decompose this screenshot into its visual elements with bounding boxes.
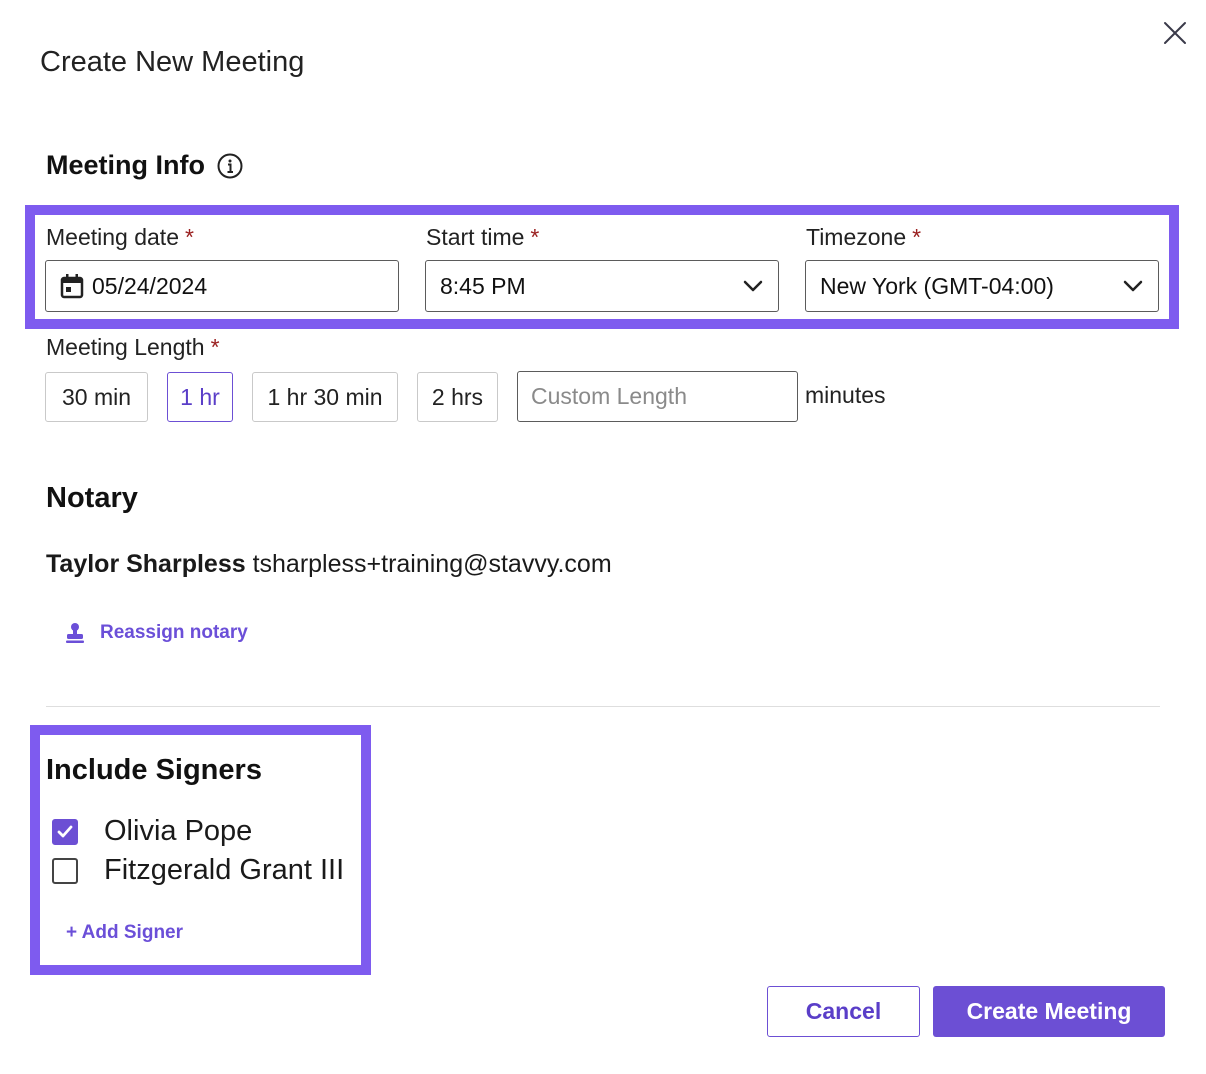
start-time-value: 8:45 PM (440, 272, 526, 299)
start-time-label: Start time * (426, 224, 539, 251)
required-mark: * (530, 224, 540, 250)
close-button[interactable] (1158, 16, 1192, 50)
meeting-info-heading-text: Meeting Info (46, 150, 205, 180)
meeting-date-input[interactable]: 05/24/2024 (45, 260, 399, 312)
cancel-button[interactable]: Cancel (767, 986, 920, 1037)
notary-email: tsharpless+training@stavvy.com (252, 550, 612, 578)
timezone-label: Timezone * (806, 224, 921, 251)
section-divider (46, 706, 1160, 707)
custom-length-input[interactable] (517, 371, 798, 422)
notary-heading: Notary (46, 482, 138, 514)
meeting-length-label: Meeting Length * (46, 334, 220, 361)
length-option-1-hr[interactable]: 1 hr (167, 372, 233, 422)
required-mark: * (210, 334, 220, 360)
required-mark: * (184, 224, 194, 250)
reassign-notary-label: Reassign notary (100, 622, 248, 643)
reassign-notary-link[interactable]: Reassign notary (64, 622, 248, 644)
timezone-label-text: Timezone (806, 224, 907, 250)
meeting-date-label-text: Meeting date (46, 224, 179, 250)
start-time-label-text: Start time (426, 224, 525, 250)
notary-info: Taylor Sharpless tsharpless+training@sta… (46, 550, 612, 579)
dialog-title: Create New Meeting (40, 46, 305, 78)
info-icon[interactable] (217, 153, 243, 179)
signer-checkbox-unchecked[interactable] (52, 857, 78, 884)
include-signers-heading: Include Signers (46, 754, 262, 786)
timezone-value: New York (GMT-04:00) (820, 272, 1054, 299)
chevron-down-icon (1122, 275, 1144, 297)
signer-name: Olivia Pope (104, 815, 253, 847)
signer-row[interactable]: Olivia Pope (52, 815, 252, 848)
start-time-select[interactable]: 8:45 PM (425, 260, 779, 312)
timezone-select[interactable]: New York (GMT-04:00) (805, 260, 1159, 312)
signer-row[interactable]: Fitzgerald Grant III (52, 854, 344, 887)
meeting-date-label: Meeting date * (46, 224, 194, 251)
length-option-1-hr-30-min[interactable]: 1 hr 30 min (252, 372, 398, 422)
close-icon (1164, 22, 1186, 44)
calendar-icon[interactable] (60, 273, 84, 299)
meeting-info-heading: Meeting Info (46, 150, 243, 181)
required-mark: * (912, 224, 922, 250)
add-signer-link[interactable]: + Add Signer (66, 922, 183, 944)
check-icon (57, 825, 73, 837)
minutes-unit-label: minutes (805, 382, 886, 408)
signer-checkbox-checked[interactable] (52, 818, 78, 845)
length-option-30-min[interactable]: 30 min (45, 372, 148, 422)
stamp-icon (66, 623, 84, 643)
create-meeting-button[interactable]: Create Meeting (933, 986, 1165, 1037)
length-option-2-hrs[interactable]: 2 hrs (417, 372, 498, 422)
meeting-date-value: 05/24/2024 (92, 272, 208, 299)
signer-name: Fitzgerald Grant III (104, 854, 345, 886)
chevron-down-icon (742, 275, 764, 297)
meeting-length-label-text: Meeting Length (46, 334, 205, 360)
notary-name: Taylor Sharpless (46, 550, 246, 578)
